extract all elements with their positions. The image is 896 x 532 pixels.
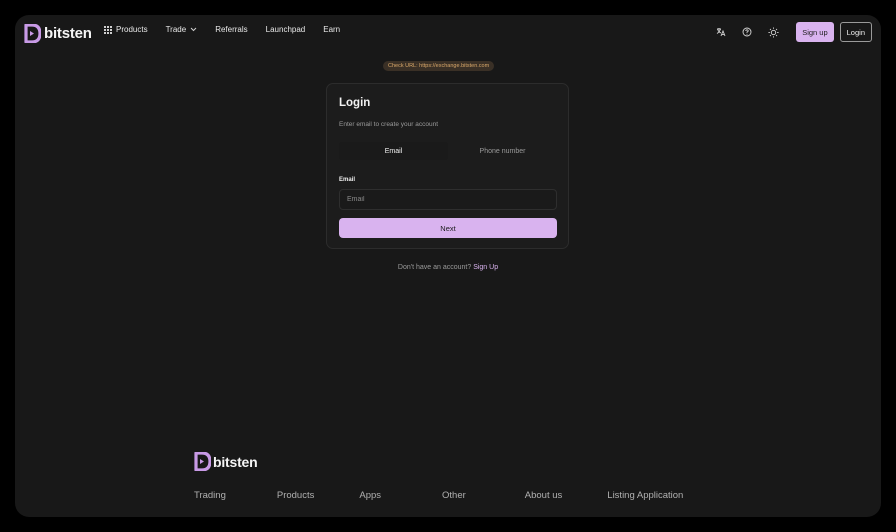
help-icon[interactable] xyxy=(738,23,756,41)
bitsten-logo-icon xyxy=(194,452,211,471)
theme-sun-icon[interactable] xyxy=(764,23,782,41)
nav-item-referrals[interactable]: Referrals xyxy=(215,25,247,34)
footer-brand-logo[interactable]: bitsten xyxy=(194,452,258,471)
footer-link-other[interactable]: Other xyxy=(442,490,466,501)
app-window: bitsten Products Trade Referrals Launchp… xyxy=(15,15,881,517)
check-url-badge: Check URL: https://exchange.bitsten.com xyxy=(383,61,495,71)
tab-phone-number[interactable]: Phone number xyxy=(448,142,557,160)
login-title: Login xyxy=(339,97,371,109)
login-card: Login Enter email to create your account… xyxy=(326,83,569,249)
bitsten-logo-icon xyxy=(24,24,41,43)
login-button[interactable]: Login xyxy=(839,22,872,42)
footer-link-about-us[interactable]: About us xyxy=(525,490,563,501)
login-method-tabs: Email Phone number xyxy=(339,142,557,160)
nav-item-trade[interactable]: Trade xyxy=(166,25,198,34)
next-button[interactable]: Next xyxy=(339,218,557,238)
top-navbar: bitsten Products Trade Referrals Launchp… xyxy=(15,15,881,51)
nav-item-label: Launchpad xyxy=(265,25,306,34)
footer-link-apps[interactable]: Apps xyxy=(359,490,381,501)
nav-item-earn[interactable]: Earn xyxy=(323,25,340,34)
nav-item-label: Earn xyxy=(323,25,341,34)
signup-prompt-text: Don't have an account? xyxy=(397,264,472,271)
brand-logo[interactable]: bitsten xyxy=(24,24,92,43)
nav-item-products[interactable]: Products xyxy=(104,25,148,34)
email-field-label: Email xyxy=(339,177,356,183)
footer-link-products[interactable]: Products xyxy=(277,490,315,501)
nav-item-label: Referrals xyxy=(215,25,248,34)
chevron-down-icon xyxy=(190,27,197,32)
header-actions: Sign up Login xyxy=(712,22,872,42)
nav-item-label: Products xyxy=(116,25,148,34)
nav-item-launchpad[interactable]: Launchpad xyxy=(266,25,306,34)
login-subtitle: Enter email to create your account xyxy=(339,121,438,128)
footer-link-trading[interactable]: Trading xyxy=(194,490,226,501)
footer-brand-name: bitsten xyxy=(213,453,258,470)
footer-link-listing-application[interactable]: Listing Application xyxy=(607,490,683,501)
brand-name: bitsten xyxy=(44,25,92,42)
signup-link[interactable]: Sign Up xyxy=(473,264,498,271)
email-field[interactable] xyxy=(339,189,557,210)
footer-nav: Trading Products Apps Other About us Lis… xyxy=(194,490,683,501)
grid-icon xyxy=(104,25,112,34)
main-nav: Products Trade Referrals Launchpad Earn xyxy=(104,25,340,34)
signup-prompt: Don't have an account? Sign Up xyxy=(15,264,881,271)
translate-icon[interactable] xyxy=(712,23,730,41)
signup-button[interactable]: Sign up xyxy=(796,22,834,42)
tab-email[interactable]: Email xyxy=(339,142,448,160)
nav-item-label: Trade xyxy=(165,25,187,34)
